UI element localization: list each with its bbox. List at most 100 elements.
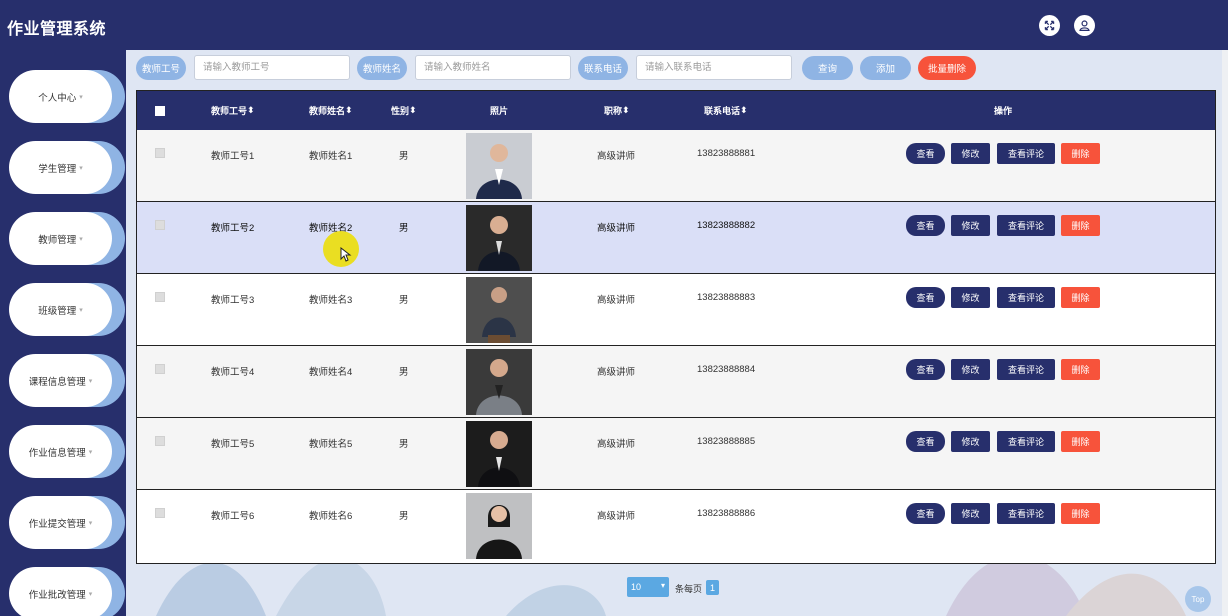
- sort-icon: ⬍: [740, 105, 748, 115]
- sidebar-item-classes[interactable]: 班级管理 ▾: [9, 283, 125, 336]
- top-bar: 作业管理系统: [0, 0, 1228, 50]
- gender-cell: 男: [399, 151, 409, 162]
- phone-cell: 13823888881: [697, 148, 756, 159]
- delete-button[interactable]: 删除: [1061, 287, 1100, 308]
- delete-button[interactable]: 删除: [1061, 215, 1100, 236]
- row-checkbox[interactable]: [155, 436, 165, 446]
- view-button[interactable]: 查看: [906, 215, 945, 236]
- query-button[interactable]: 查询: [802, 56, 853, 80]
- view-comments-button[interactable]: 查看评论: [997, 431, 1055, 452]
- back-to-top-button[interactable]: Top: [1185, 586, 1211, 612]
- select-all-checkbox[interactable]: [155, 106, 165, 116]
- phone-input[interactable]: [636, 55, 792, 80]
- view-button[interactable]: 查看: [906, 143, 945, 164]
- view-button[interactable]: 查看: [906, 431, 945, 452]
- main-content: 教师工号 教师姓名 联系电话 查询 添加 批量删除 教师工号⬍ 教师姓名⬍ 性别…: [126, 50, 1228, 616]
- view-button[interactable]: 查看: [906, 287, 945, 308]
- add-button[interactable]: 添加: [860, 56, 911, 80]
- chevron-down-icon: ▾: [79, 93, 83, 101]
- view-comments-button[interactable]: 查看评论: [997, 215, 1055, 236]
- view-comments-button[interactable]: 查看评论: [997, 359, 1055, 380]
- chevron-down-icon: ▾: [88, 448, 93, 456]
- view-comments-button[interactable]: 查看评论: [997, 503, 1055, 524]
- chevron-down-icon: ▾: [79, 306, 83, 314]
- sidebar-item-teachers[interactable]: 教师管理 ▾: [9, 212, 125, 265]
- table-row: 教师工号1 教师姓名1 男 高级讲师 13823888881 查看 修改 查看评…: [137, 130, 1215, 202]
- title-cell: 高级讲师: [597, 223, 636, 234]
- phone-cell: 13823888886: [697, 508, 756, 519]
- view-comments-button[interactable]: 查看评论: [997, 143, 1055, 164]
- sidebar-item-students[interactable]: 学生管理 ▾: [9, 141, 125, 194]
- edit-button[interactable]: 修改: [951, 287, 990, 308]
- scrollbar[interactable]: [1222, 50, 1228, 616]
- gender-cell: 男: [399, 367, 409, 378]
- sidebar-item-homework-submit[interactable]: 作业提交管理 ▾: [9, 496, 125, 549]
- teacher-id-cell: 教师工号5: [211, 439, 255, 450]
- header-phone[interactable]: 联系电话 ⬍: [704, 91, 748, 130]
- chevron-down-icon: ▾: [79, 235, 83, 243]
- header-photo: 照片: [490, 106, 509, 116]
- chevron-down-icon: ▾: [88, 519, 93, 527]
- table-row: 教师工号3 教师姓名3 男 高级讲师 13823888883 查看 修改 查看评…: [137, 274, 1215, 346]
- teacher-id-cell: 教师工号4: [211, 367, 255, 378]
- title-cell: 高级讲师: [597, 439, 636, 450]
- delete-button[interactable]: 删除: [1061, 503, 1100, 524]
- sidebar-item-label: 班级管理: [38, 305, 77, 317]
- title-cell: 高级讲师: [597, 511, 636, 522]
- delete-button[interactable]: 删除: [1061, 431, 1100, 452]
- sidebar: 个人中心 ▾ 学生管理 ▾ 教师管理 ▾ 班级管理 ▾ 课程信息管理 ▾ 作业信息管理 ▾ …: [0, 50, 126, 616]
- chevron-down-icon: ▾: [88, 590, 93, 598]
- header-title[interactable]: 职称 ⬍: [604, 91, 630, 130]
- sidebar-item-courses[interactable]: 课程信息管理 ▾: [9, 354, 125, 407]
- phone-cell: 13823888883: [697, 292, 756, 303]
- edit-button[interactable]: 修改: [951, 503, 990, 524]
- edit-button[interactable]: 修改: [951, 431, 990, 452]
- teacher-id-input[interactable]: [194, 55, 350, 80]
- teacher-id-cell: 教师工号6: [211, 511, 255, 522]
- delete-button[interactable]: 删除: [1061, 143, 1100, 164]
- teacher-photo: [466, 277, 532, 343]
- teacher-name-cell: 教师姓名5: [309, 439, 353, 450]
- teacher-id-cell: 教师工号2: [211, 223, 255, 234]
- sort-icon: ⬍: [345, 105, 353, 115]
- page-size-select[interactable]: 10 ▾: [627, 577, 669, 597]
- teacher-name-cell: 教师姓名3: [309, 295, 353, 306]
- teacher-id-label: 教师工号: [136, 56, 186, 80]
- teacher-photo: [466, 205, 532, 271]
- row-checkbox[interactable]: [155, 220, 165, 230]
- delete-button[interactable]: 删除: [1061, 359, 1100, 380]
- teacher-name-cell: 教师姓名1: [309, 151, 353, 162]
- teacher-photo: [466, 421, 532, 487]
- fullscreen-icon[interactable]: [1039, 15, 1060, 36]
- table-row: 教师工号2 教师姓名2 男 高级讲师 13823888882 查看 修改 查看评…: [137, 202, 1215, 274]
- user-icon[interactable]: [1074, 15, 1095, 36]
- phone-cell: 13823888882: [697, 220, 756, 231]
- chevron-down-icon: ▾: [79, 164, 83, 172]
- sidebar-item-profile[interactable]: 个人中心 ▾: [9, 70, 125, 123]
- teacher-name-input[interactable]: [415, 55, 571, 80]
- header-gender[interactable]: 性别 ⬍: [391, 91, 417, 130]
- header-actions: 操作: [994, 106, 1013, 116]
- sort-icon: ⬍: [622, 105, 630, 115]
- view-button[interactable]: 查看: [906, 359, 945, 380]
- gender-cell: 男: [399, 223, 409, 234]
- row-checkbox[interactable]: [155, 508, 165, 518]
- row-checkbox[interactable]: [155, 148, 165, 158]
- row-checkbox[interactable]: [155, 292, 165, 302]
- sidebar-item-homework-grading[interactable]: 作业批改管理 ▾: [9, 567, 125, 616]
- edit-button[interactable]: 修改: [951, 215, 990, 236]
- header-teacher-id[interactable]: 教师工号 ⬍: [211, 91, 255, 130]
- view-comments-button[interactable]: 查看评论: [997, 287, 1055, 308]
- page-number-current[interactable]: 1: [706, 580, 719, 595]
- row-checkbox[interactable]: [155, 364, 165, 374]
- teacher-photo: [466, 349, 532, 415]
- teacher-name-cell: 教师姓名6: [309, 511, 353, 522]
- header-teacher-name[interactable]: 教师姓名 ⬍: [309, 91, 353, 130]
- batch-delete-button[interactable]: 批量删除: [918, 56, 976, 80]
- sidebar-item-homework-info[interactable]: 作业信息管理 ▾: [9, 425, 125, 478]
- edit-button[interactable]: 修改: [951, 359, 990, 380]
- sidebar-item-label: 作业批改管理: [28, 589, 86, 601]
- view-button[interactable]: 查看: [906, 503, 945, 524]
- sidebar-item-label: 个人中心: [38, 92, 77, 104]
- edit-button[interactable]: 修改: [951, 143, 990, 164]
